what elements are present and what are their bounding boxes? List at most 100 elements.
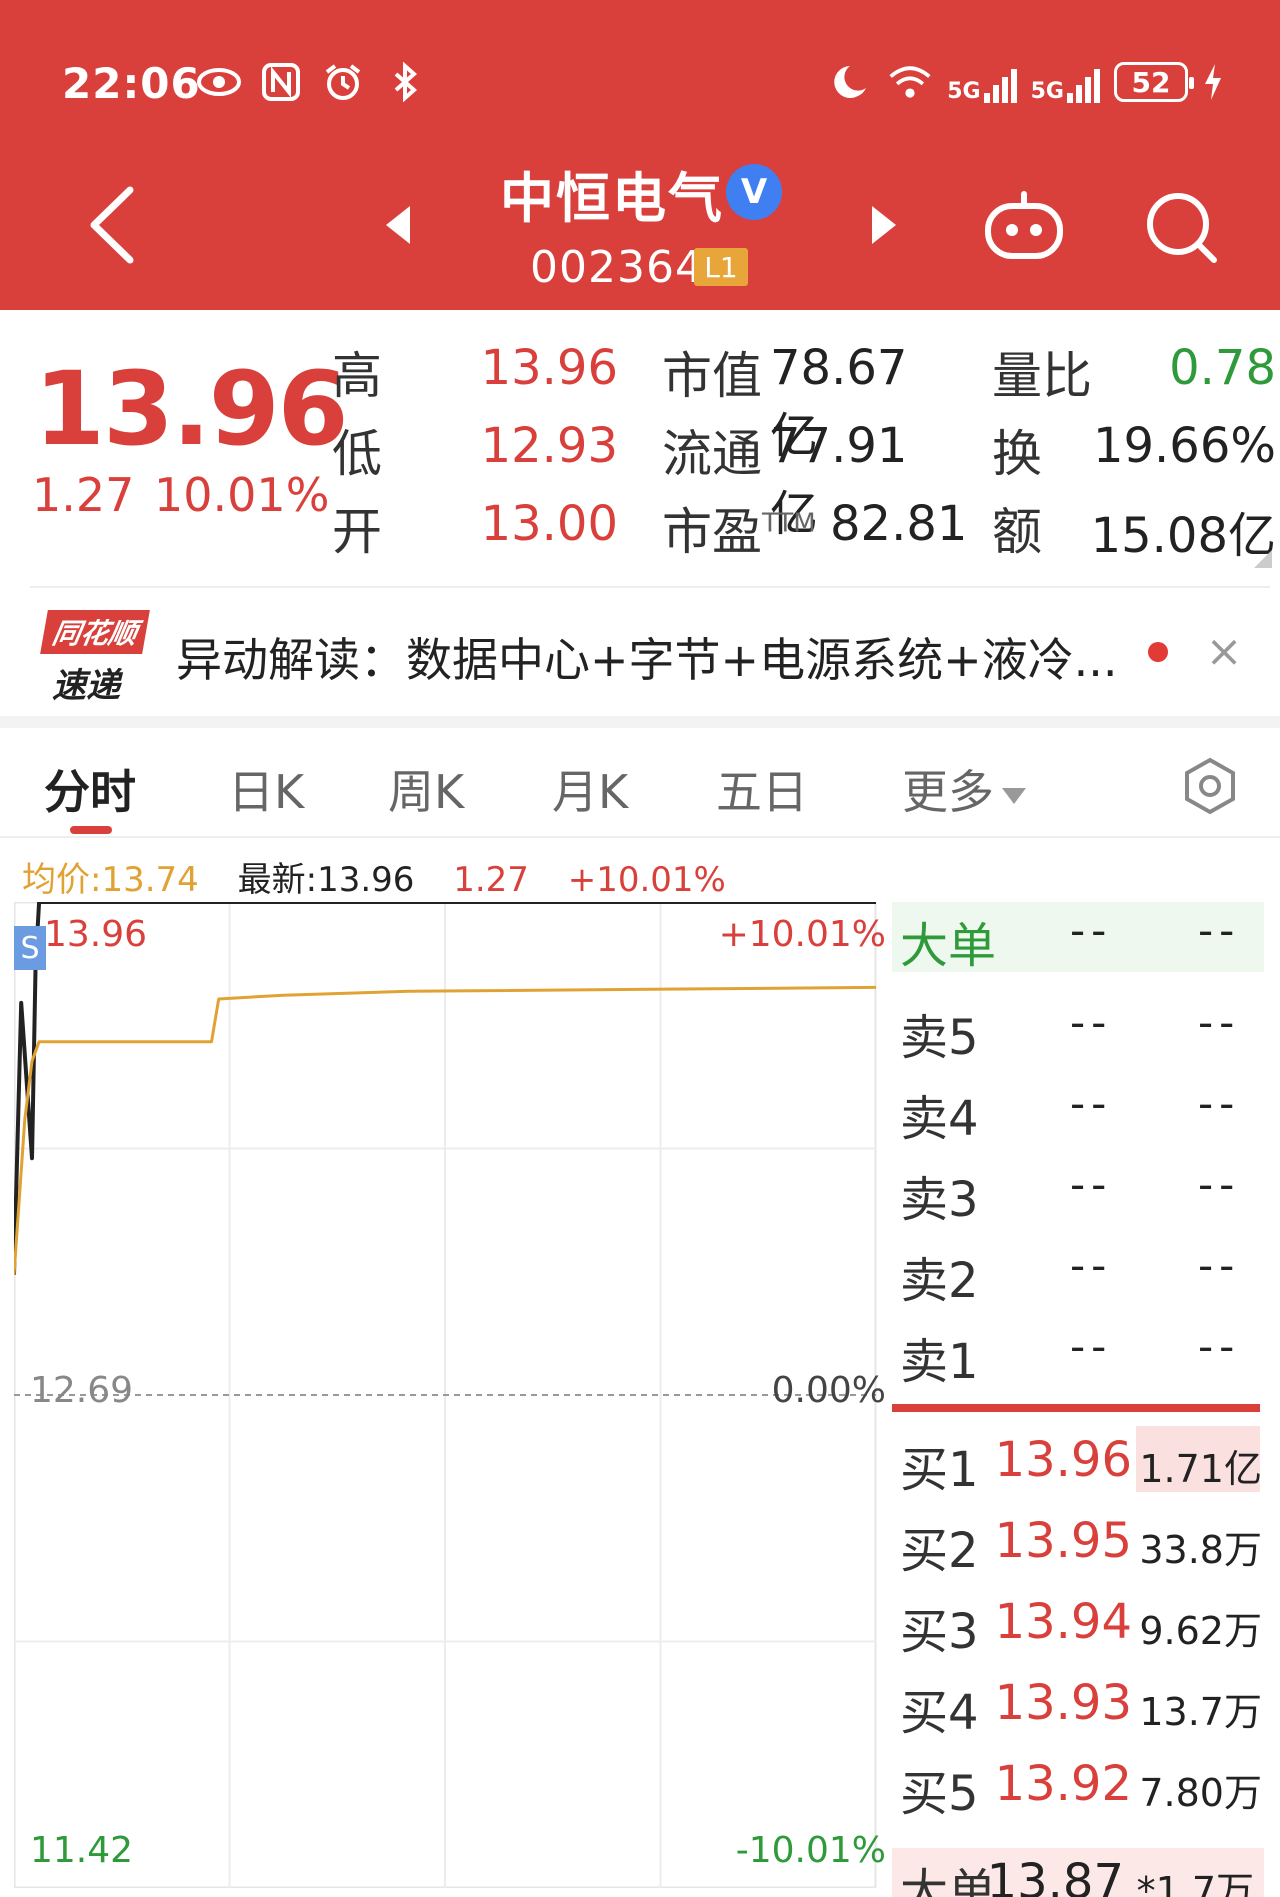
tab-monthly-k[interactable]: 月K [552,756,628,822]
big-order-trade-label: 大单 [900,1864,997,1897]
eye-icon [196,61,242,103]
big-order-vol: -- [1198,906,1241,955]
buy-label: 买3 [900,1604,979,1660]
sell-vol: -- [1198,1322,1241,1371]
buy-vol: 9.62万 [1139,1609,1262,1653]
change-pct: 10.01% [154,468,330,522]
tab-weekly-k[interactable]: 周K [388,756,464,822]
search-icon[interactable] [1142,188,1222,268]
buy-row: 买2 13.95 33.8万 [892,1507,1272,1579]
tab-intraday[interactable]: 分时 [44,756,136,822]
buy-price: 13.92 [994,1756,1132,1812]
prev-stock-button[interactable] [380,200,420,250]
y-left-bottom: 11.42 [30,1830,134,1871]
sell-price: -- [1070,1079,1113,1128]
expand-corner-icon[interactable] [1254,550,1272,568]
change-abs: 1.27 [32,468,135,522]
sell-label: 卖1 [900,1334,979,1390]
turnover-value: 19.66% [1092,418,1276,474]
pe-label: 市盈TTM [662,503,816,561]
sell-row: 卖1 -- -- [892,1318,1272,1390]
next-stock-button[interactable] [862,200,902,250]
sell-row: 卖3 -- -- [892,1156,1272,1228]
big-order-price: -- [1070,906,1113,955]
signal-5g-icon: 5G [947,61,1017,103]
sell-vol: -- [1198,1241,1241,1290]
sell-price: -- [1070,1160,1113,1209]
buy-label: 买1 [900,1442,979,1498]
low-value: 12.93 [480,418,618,474]
logo-bottom: 速递 [52,666,120,706]
sell-label: 卖2 [900,1253,979,1309]
sell-vol: -- [1198,1079,1241,1128]
buy-vol: 13.7万 [1139,1690,1262,1734]
amount-label: 额 [992,503,1042,561]
latest-pct: +10.01% [567,860,726,900]
sell-label: 卖5 [900,1010,979,1066]
y-right-bottom: -10.01% [735,1830,886,1871]
ticker-text[interactable]: 异动解读：数据中心+字节+电源系统+液冷... [176,624,1136,690]
float-label: 流通 [662,425,762,483]
intraday-chart[interactable]: S 13.96 +10.01% 12.69 0.00% 11.42 -10.01… [14,902,886,1888]
ticker-logo: 同花顺 速递 [40,610,150,706]
order-book: 大单 -- -- 卖5 -- -- 卖4 -- -- 卖3 -- -- 卖2 -… [892,902,1280,1897]
status-time: 22:06 [62,59,201,108]
turnover-label: 换 [992,425,1042,483]
news-ticker[interactable]: 同花顺 速递 异动解读：数据中心+字节+电源系统+液冷... × [0,598,1280,716]
buy-vol: 33.8万 [1139,1528,1262,1572]
unread-dot [1148,642,1168,662]
low-label: 低 [332,425,382,483]
avg-price: 均价:13.74 [22,860,199,900]
back-button[interactable] [80,180,150,270]
big-order-trade-row[interactable]: 大单 13.87 *1.7万 [892,1848,1264,1897]
tab-active-indicator [70,826,112,834]
bluetooth-icon [382,61,428,103]
buy-price: 13.96 [994,1432,1132,1488]
pe-value: 82.81 [830,496,968,552]
chart-tabs: 分时 日K 周K 月K 五日 更多 [0,728,1280,838]
sell-label: 卖3 [900,1172,979,1228]
amount-value: 15.08亿 [1090,508,1276,564]
tab-daily-k[interactable]: 日K [228,756,304,822]
buy-label: 买2 [900,1523,979,1579]
sell-price: -- [1070,1241,1113,1290]
high-label: 高 [332,347,382,405]
big-order-row[interactable]: 大单 -- -- [892,902,1264,974]
buy-vol: 7.80万 [1139,1771,1262,1815]
buy-price: 13.95 [994,1513,1132,1569]
chevron-down-icon [1002,787,1026,804]
buy-row: 买1 13.96 1.71亿 [892,1426,1272,1498]
chart-info-line: 均价:13.74 最新:13.96 1.27 +10.01% [22,852,754,900]
signal-5g-icon: 5G [1031,61,1100,103]
robot-assistant-icon[interactable] [982,188,1066,262]
status-left-icons [196,61,428,103]
intraday-chart-svg [14,902,877,1888]
status-bar: 22:06 5G 5G 52 [0,55,1280,115]
nav-row: 中恒电气 V 002364 L1 [0,150,1280,300]
stock-code: 002364 [530,242,704,293]
y-right-top: +10.01% [718,914,886,955]
open-value: 13.00 [480,496,618,552]
tab-more[interactable]: 更多 [902,756,1026,822]
open-label: 开 [332,503,382,561]
sell-row: 卖2 -- -- [892,1237,1272,1309]
y-left-top: 13.96 [44,914,148,955]
tab-five-day[interactable]: 五日 [716,756,808,822]
high-value: 13.96 [480,340,618,396]
charging-icon [1202,61,1224,103]
quote-panel: 13.96 1.27 10.01% 高 13.96 市值 78.67亿 量比 0… [0,310,1280,590]
settings-hexagon-icon[interactable] [1180,756,1240,816]
buy-price: 13.93 [994,1675,1132,1731]
wifi-icon [887,61,933,103]
close-icon[interactable]: × [1204,626,1244,677]
big-order-label: 大单 [900,918,997,974]
sell-vol: -- [1198,998,1241,1047]
sell-label: 卖4 [900,1091,979,1147]
bid-ask-separator [892,1404,1260,1412]
sell-vol: -- [1198,1160,1241,1209]
s-badge: S [14,926,46,970]
y-right-mid: 0.00% [771,1370,886,1411]
stock-header: 22:06 5G 5G 52 中恒电气 V 002364 L1 [0,0,1280,310]
volratio-label: 量比 [992,347,1092,405]
latest-change: 1.27 [453,860,529,900]
